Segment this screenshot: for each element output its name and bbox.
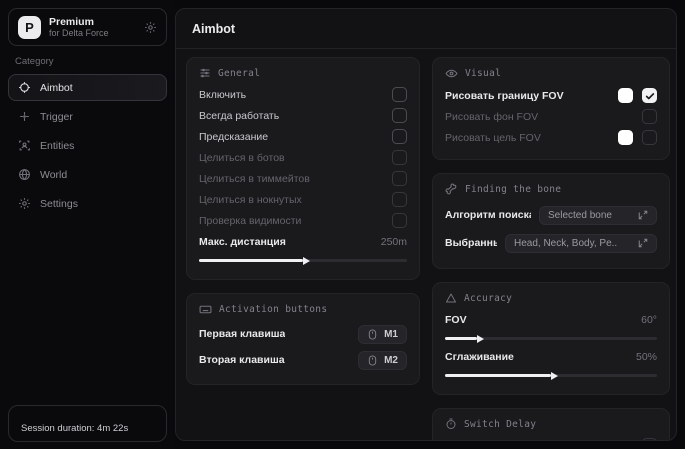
- bone-algorithm-dropdown[interactable]: Selected bone: [539, 206, 657, 225]
- page-header: Aimbot: [176, 9, 676, 49]
- checkbox[interactable]: [392, 87, 407, 102]
- dropdown-label: Выбранные кости: [445, 237, 497, 249]
- globe-icon: [18, 168, 31, 181]
- triangle-icon: [445, 292, 457, 304]
- checkbox[interactable]: [642, 130, 657, 145]
- keybind-label: Первая клавиша: [199, 328, 285, 340]
- sidebar-item-label: Trigger: [40, 111, 73, 123]
- dropdown-label: Алгоритм поиска костей: [445, 209, 531, 221]
- brand-title: Premium: [49, 16, 136, 28]
- sidebar-item-world[interactable]: World: [8, 161, 167, 188]
- slider-value: 50%: [636, 351, 657, 363]
- checkbox[interactable]: [642, 88, 657, 103]
- eye-icon: [445, 67, 458, 80]
- sidebar-item-trigger[interactable]: Trigger: [8, 103, 167, 130]
- checkbox[interactable]: [392, 213, 407, 228]
- session-card: Session duration: 4m 22s: [8, 405, 167, 442]
- expand-icon: [638, 238, 648, 248]
- section-title: General: [218, 68, 260, 79]
- color-swatch[interactable]: [618, 88, 633, 103]
- timer-icon: [445, 418, 457, 430]
- card-visual: Visual Рисовать границу FOV Рисовать фон…: [432, 57, 670, 160]
- color-swatch[interactable]: [618, 130, 633, 145]
- slider-value: 250m: [381, 236, 407, 248]
- section-title: Finding the bone: [465, 184, 561, 195]
- slider-label: Сглаживание: [445, 351, 514, 363]
- card-general: General Включить Всегда работать Предска…: [186, 57, 420, 280]
- checkbox[interactable]: [642, 109, 657, 124]
- sidebar-item-label: Entities: [40, 140, 74, 152]
- main-panel: Aimbot General Включить Всегда работать …: [175, 8, 677, 441]
- sidebar: P Premium for Delta Force Category Aimbo…: [0, 0, 175, 449]
- checkbox[interactable]: [392, 171, 407, 186]
- mouse-icon: [367, 355, 378, 366]
- slider-label: FOV: [445, 314, 467, 326]
- option-label: Задержка переключения: [445, 440, 566, 442]
- sidebar-item-aimbot[interactable]: Aimbot: [8, 74, 167, 101]
- option-label: Предсказание: [199, 131, 268, 143]
- gear-icon: [18, 197, 31, 210]
- selected-bones-dropdown[interactable]: Head, Neck, Body, Pe..: [505, 234, 657, 253]
- brand-card: P Premium for Delta Force: [8, 8, 167, 46]
- section-title: Switch Delay: [464, 419, 536, 430]
- card-activation-buttons: Activation buttons Первая клавиша M1 Вто…: [186, 293, 420, 385]
- option-label: Рисовать фон FOV: [445, 111, 538, 123]
- brand-subtitle: for Delta Force: [49, 28, 136, 38]
- keyboard-icon: [199, 303, 212, 316]
- bone-icon: [445, 183, 458, 196]
- gear-icon[interactable]: [144, 21, 157, 34]
- option-label: Рисовать границу FOV: [445, 90, 564, 102]
- entities-icon: [18, 139, 31, 152]
- mouse-icon: [367, 329, 378, 340]
- option-label: Целиться в ботов: [199, 152, 285, 164]
- crosshair-icon: [18, 81, 31, 94]
- sliders-icon: [199, 67, 211, 79]
- sidebar-item-settings[interactable]: Settings: [8, 190, 167, 217]
- checkbox[interactable]: [642, 438, 657, 441]
- trigger-icon: [18, 110, 31, 123]
- slider-value: 60°: [641, 314, 657, 326]
- checkbox[interactable]: [392, 192, 407, 207]
- fov-slider[interactable]: [445, 337, 657, 340]
- card-accuracy: Accuracy FOV 60° Сглаживание 50%: [432, 282, 670, 395]
- keybind-button-m1[interactable]: M1: [358, 325, 407, 344]
- session-duration: Session duration: 4m 22s: [21, 423, 128, 434]
- keybind-button-m2[interactable]: M2: [358, 351, 407, 370]
- option-label: Включить: [199, 89, 246, 101]
- section-title: Visual: [465, 68, 501, 79]
- option-label: Целиться в нокнутых: [199, 194, 302, 206]
- sidebar-nav: Aimbot Trigger Entities World Settings: [0, 74, 175, 217]
- section-title: Accuracy: [464, 293, 512, 304]
- option-label: Рисовать цель FOV: [445, 132, 541, 144]
- card-finding-bone: Finding the bone Алгоритм поиска костей …: [432, 173, 670, 269]
- slider-label: Макс. дистанция: [199, 236, 286, 248]
- section-title: Activation buttons: [219, 304, 327, 315]
- page-title: Aimbot: [192, 22, 235, 36]
- expand-icon: [638, 210, 648, 220]
- option-label: Всегда работать: [199, 110, 279, 122]
- card-switch-delay: Switch Delay Задержка переключения Задер…: [432, 408, 670, 441]
- smoothing-slider[interactable]: [445, 374, 657, 377]
- sidebar-item-label: Settings: [40, 198, 78, 210]
- sidebar-item-entities[interactable]: Entities: [8, 132, 167, 159]
- option-label: Проверка видимости: [199, 215, 301, 227]
- sidebar-item-label: World: [40, 169, 67, 181]
- max-distance-slider[interactable]: [199, 259, 407, 262]
- checkbox[interactable]: [392, 150, 407, 165]
- sidebar-item-label: Aimbot: [40, 82, 73, 94]
- checkbox[interactable]: [392, 108, 407, 123]
- keybind-label: Вторая клавиша: [199, 354, 285, 366]
- option-label: Целиться в тиммейтов: [199, 173, 310, 185]
- brand-logo: P: [18, 16, 41, 39]
- checkbox[interactable]: [392, 129, 407, 144]
- category-label: Category: [15, 56, 175, 67]
